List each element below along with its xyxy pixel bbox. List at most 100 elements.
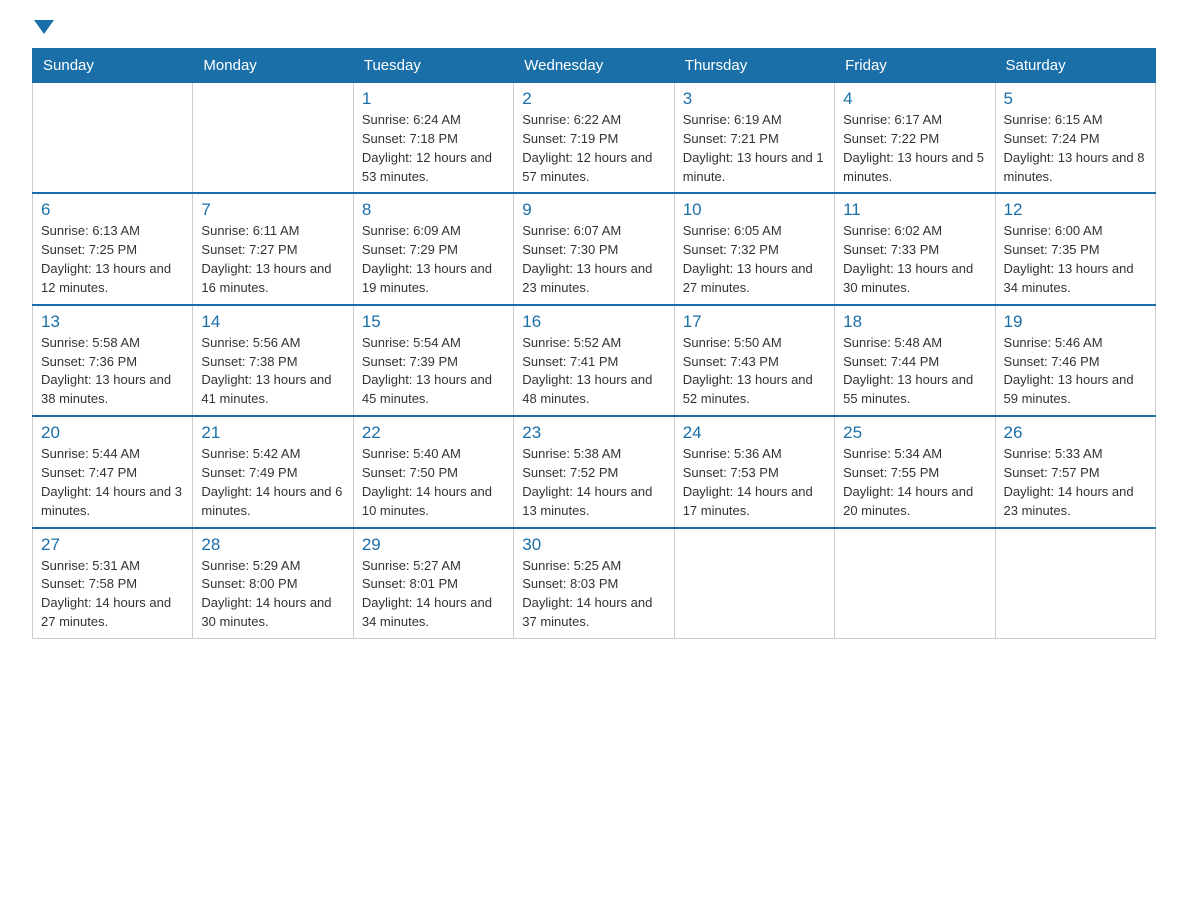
day-number: 28 [201, 535, 344, 555]
day-info: Sunrise: 6:07 AMSunset: 7:30 PMDaylight:… [522, 222, 665, 297]
day-number: 26 [1004, 423, 1147, 443]
day-info: Sunrise: 5:38 AMSunset: 7:52 PMDaylight:… [522, 445, 665, 520]
day-number: 20 [41, 423, 184, 443]
day-number: 14 [201, 312, 344, 332]
day-info: Sunrise: 5:36 AMSunset: 7:53 PMDaylight:… [683, 445, 826, 520]
day-number: 10 [683, 200, 826, 220]
calendar-header-thursday: Thursday [674, 49, 834, 83]
day-number: 24 [683, 423, 826, 443]
calendar-cell: 2Sunrise: 6:22 AMSunset: 7:19 PMDaylight… [514, 83, 674, 194]
day-number: 2 [522, 89, 665, 109]
day-info: Sunrise: 6:24 AMSunset: 7:18 PMDaylight:… [362, 111, 505, 186]
day-number: 13 [41, 312, 184, 332]
day-info: Sunrise: 6:13 AMSunset: 7:25 PMDaylight:… [41, 222, 184, 297]
calendar-cell: 14Sunrise: 5:56 AMSunset: 7:38 PMDayligh… [193, 305, 353, 416]
calendar-cell: 27Sunrise: 5:31 AMSunset: 7:58 PMDayligh… [33, 528, 193, 639]
day-info: Sunrise: 5:56 AMSunset: 7:38 PMDaylight:… [201, 334, 344, 409]
calendar-cell: 13Sunrise: 5:58 AMSunset: 7:36 PMDayligh… [33, 305, 193, 416]
day-info: Sunrise: 5:27 AMSunset: 8:01 PMDaylight:… [362, 557, 505, 632]
calendar-cell: 19Sunrise: 5:46 AMSunset: 7:46 PMDayligh… [995, 305, 1155, 416]
day-info: Sunrise: 6:17 AMSunset: 7:22 PMDaylight:… [843, 111, 986, 186]
day-info: Sunrise: 6:15 AMSunset: 7:24 PMDaylight:… [1004, 111, 1147, 186]
day-info: Sunrise: 5:33 AMSunset: 7:57 PMDaylight:… [1004, 445, 1147, 520]
calendar-week-row: 6Sunrise: 6:13 AMSunset: 7:25 PMDaylight… [33, 193, 1156, 304]
calendar-cell: 12Sunrise: 6:00 AMSunset: 7:35 PMDayligh… [995, 193, 1155, 304]
calendar-cell: 23Sunrise: 5:38 AMSunset: 7:52 PMDayligh… [514, 416, 674, 527]
calendar-cell: 3Sunrise: 6:19 AMSunset: 7:21 PMDaylight… [674, 83, 834, 194]
day-number: 16 [522, 312, 665, 332]
calendar-cell: 18Sunrise: 5:48 AMSunset: 7:44 PMDayligh… [835, 305, 995, 416]
calendar-cell: 6Sunrise: 6:13 AMSunset: 7:25 PMDaylight… [33, 193, 193, 304]
day-number: 15 [362, 312, 505, 332]
day-info: Sunrise: 5:25 AMSunset: 8:03 PMDaylight:… [522, 557, 665, 632]
calendar-header-sunday: Sunday [33, 49, 193, 83]
day-info: Sunrise: 5:52 AMSunset: 7:41 PMDaylight:… [522, 334, 665, 409]
calendar-header-wednesday: Wednesday [514, 49, 674, 83]
day-number: 4 [843, 89, 986, 109]
day-info: Sunrise: 5:29 AMSunset: 8:00 PMDaylight:… [201, 557, 344, 632]
calendar-cell: 8Sunrise: 6:09 AMSunset: 7:29 PMDaylight… [353, 193, 513, 304]
calendar-cell: 20Sunrise: 5:44 AMSunset: 7:47 PMDayligh… [33, 416, 193, 527]
page-header [32, 24, 1156, 36]
calendar-cell [193, 83, 353, 194]
day-number: 12 [1004, 200, 1147, 220]
calendar-cell: 4Sunrise: 6:17 AMSunset: 7:22 PMDaylight… [835, 83, 995, 194]
calendar-week-row: 1Sunrise: 6:24 AMSunset: 7:18 PMDaylight… [33, 83, 1156, 194]
day-info: Sunrise: 6:05 AMSunset: 7:32 PMDaylight:… [683, 222, 826, 297]
day-number: 11 [843, 200, 986, 220]
calendar-cell [33, 83, 193, 194]
calendar-cell [835, 528, 995, 639]
day-number: 1 [362, 89, 505, 109]
day-info: Sunrise: 6:02 AMSunset: 7:33 PMDaylight:… [843, 222, 986, 297]
calendar-cell: 7Sunrise: 6:11 AMSunset: 7:27 PMDaylight… [193, 193, 353, 304]
calendar-cell: 11Sunrise: 6:02 AMSunset: 7:33 PMDayligh… [835, 193, 995, 304]
day-info: Sunrise: 6:22 AMSunset: 7:19 PMDaylight:… [522, 111, 665, 186]
calendar-cell: 5Sunrise: 6:15 AMSunset: 7:24 PMDaylight… [995, 83, 1155, 194]
day-number: 29 [362, 535, 505, 555]
day-number: 17 [683, 312, 826, 332]
calendar-cell: 25Sunrise: 5:34 AMSunset: 7:55 PMDayligh… [835, 416, 995, 527]
calendar-cell: 22Sunrise: 5:40 AMSunset: 7:50 PMDayligh… [353, 416, 513, 527]
calendar-header-tuesday: Tuesday [353, 49, 513, 83]
day-number: 21 [201, 423, 344, 443]
calendar-cell: 15Sunrise: 5:54 AMSunset: 7:39 PMDayligh… [353, 305, 513, 416]
day-number: 23 [522, 423, 665, 443]
day-info: Sunrise: 6:00 AMSunset: 7:35 PMDaylight:… [1004, 222, 1147, 297]
day-info: Sunrise: 5:40 AMSunset: 7:50 PMDaylight:… [362, 445, 505, 520]
day-info: Sunrise: 5:46 AMSunset: 7:46 PMDaylight:… [1004, 334, 1147, 409]
day-number: 22 [362, 423, 505, 443]
calendar-header-saturday: Saturday [995, 49, 1155, 83]
day-info: Sunrise: 5:58 AMSunset: 7:36 PMDaylight:… [41, 334, 184, 409]
day-number: 30 [522, 535, 665, 555]
day-info: Sunrise: 5:50 AMSunset: 7:43 PMDaylight:… [683, 334, 826, 409]
calendar-cell: 10Sunrise: 6:05 AMSunset: 7:32 PMDayligh… [674, 193, 834, 304]
day-info: Sunrise: 5:42 AMSunset: 7:49 PMDaylight:… [201, 445, 344, 520]
day-number: 25 [843, 423, 986, 443]
day-number: 6 [41, 200, 184, 220]
calendar-cell [995, 528, 1155, 639]
calendar-cell: 21Sunrise: 5:42 AMSunset: 7:49 PMDayligh… [193, 416, 353, 527]
calendar-cell [674, 528, 834, 639]
day-info: Sunrise: 5:31 AMSunset: 7:58 PMDaylight:… [41, 557, 184, 632]
calendar-header-friday: Friday [835, 49, 995, 83]
day-number: 27 [41, 535, 184, 555]
calendar-table: SundayMondayTuesdayWednesdayThursdayFrid… [32, 48, 1156, 639]
calendar-header-row: SundayMondayTuesdayWednesdayThursdayFrid… [33, 49, 1156, 83]
day-info: Sunrise: 5:34 AMSunset: 7:55 PMDaylight:… [843, 445, 986, 520]
day-number: 18 [843, 312, 986, 332]
calendar-cell: 24Sunrise: 5:36 AMSunset: 7:53 PMDayligh… [674, 416, 834, 527]
calendar-cell: 26Sunrise: 5:33 AMSunset: 7:57 PMDayligh… [995, 416, 1155, 527]
calendar-cell: 1Sunrise: 6:24 AMSunset: 7:18 PMDaylight… [353, 83, 513, 194]
day-info: Sunrise: 5:54 AMSunset: 7:39 PMDaylight:… [362, 334, 505, 409]
logo [32, 24, 54, 36]
day-number: 7 [201, 200, 344, 220]
day-number: 8 [362, 200, 505, 220]
calendar-cell: 17Sunrise: 5:50 AMSunset: 7:43 PMDayligh… [674, 305, 834, 416]
day-number: 9 [522, 200, 665, 220]
calendar-cell: 28Sunrise: 5:29 AMSunset: 8:00 PMDayligh… [193, 528, 353, 639]
day-number: 3 [683, 89, 826, 109]
day-info: Sunrise: 6:19 AMSunset: 7:21 PMDaylight:… [683, 111, 826, 186]
day-number: 5 [1004, 89, 1147, 109]
day-info: Sunrise: 6:09 AMSunset: 7:29 PMDaylight:… [362, 222, 505, 297]
calendar-header-monday: Monday [193, 49, 353, 83]
